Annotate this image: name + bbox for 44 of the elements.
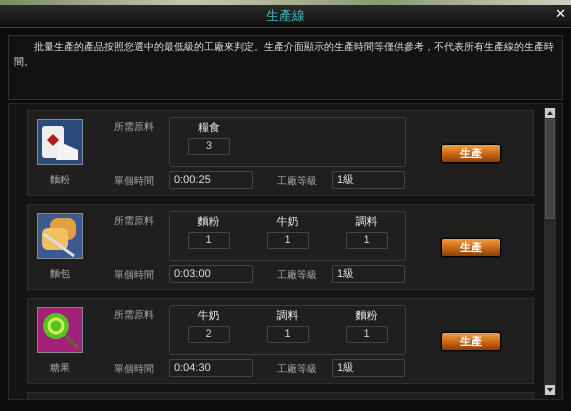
scroll-down-icon[interactable]	[545, 385, 555, 395]
product-name: 糖果	[50, 362, 70, 375]
time-field: 0:03:00	[169, 265, 253, 283]
material-count: 3	[188, 138, 230, 155]
material-count: 1	[346, 326, 388, 343]
time-field: 0:04:30	[169, 359, 253, 377]
scrollbar-thumb[interactable]	[545, 119, 555, 219]
material-count: 1	[346, 232, 388, 249]
notice-text: 批量生產的產品按照您選中的最低級的工廠來判定。生產介面顯示的生產時間等僅供參考，不代表所有生產線的生產時間。	[8, 35, 563, 100]
factory-level-field: 1級	[332, 359, 405, 377]
material-name: 牛奶	[198, 308, 220, 323]
close-button[interactable]: ✕	[553, 7, 568, 22]
material-name: 麵粉	[356, 308, 378, 323]
material-name: 糧食	[198, 120, 220, 135]
lollipop-icon	[38, 308, 82, 352]
produce-button[interactable]: 生產	[441, 332, 501, 350]
material-count: 1	[188, 232, 230, 249]
time-label: 單個時間	[114, 268, 155, 282]
material-count: 1	[266, 232, 308, 249]
material-name: 牛奶	[276, 214, 298, 229]
flour-sack-icon	[38, 120, 82, 164]
factory-level-field: 1級	[332, 265, 405, 283]
time-field: 0:00:25	[169, 171, 253, 189]
produce-button[interactable]: 生產	[441, 144, 501, 162]
produce-button[interactable]: 生產	[441, 238, 501, 256]
material-name: 調料	[276, 308, 298, 323]
time-label: 單個時間	[114, 174, 155, 188]
materials-label: 所需原料	[114, 308, 155, 322]
material-count: 2	[188, 326, 230, 343]
material-name: 調料	[356, 214, 378, 229]
materials-label: 所需原料	[114, 120, 155, 134]
factory-level-label: 工廠等級	[277, 362, 318, 376]
product-name: 麵包	[50, 268, 70, 281]
product-name: 麵粉	[50, 174, 70, 187]
factory-level-field: 1級	[332, 171, 405, 189]
factory-level-label: 工廠等級	[277, 268, 318, 282]
bread-icon	[38, 214, 82, 258]
window-title: 生產線	[266, 8, 305, 25]
factory-level-label: 工廠等級	[277, 174, 318, 188]
material-count: 1	[266, 326, 308, 343]
material-name: 麵粉	[198, 214, 220, 229]
materials-label: 所需原料	[114, 214, 155, 228]
time-label: 單個時間	[114, 362, 155, 376]
scroll-up-icon[interactable]	[545, 108, 555, 118]
